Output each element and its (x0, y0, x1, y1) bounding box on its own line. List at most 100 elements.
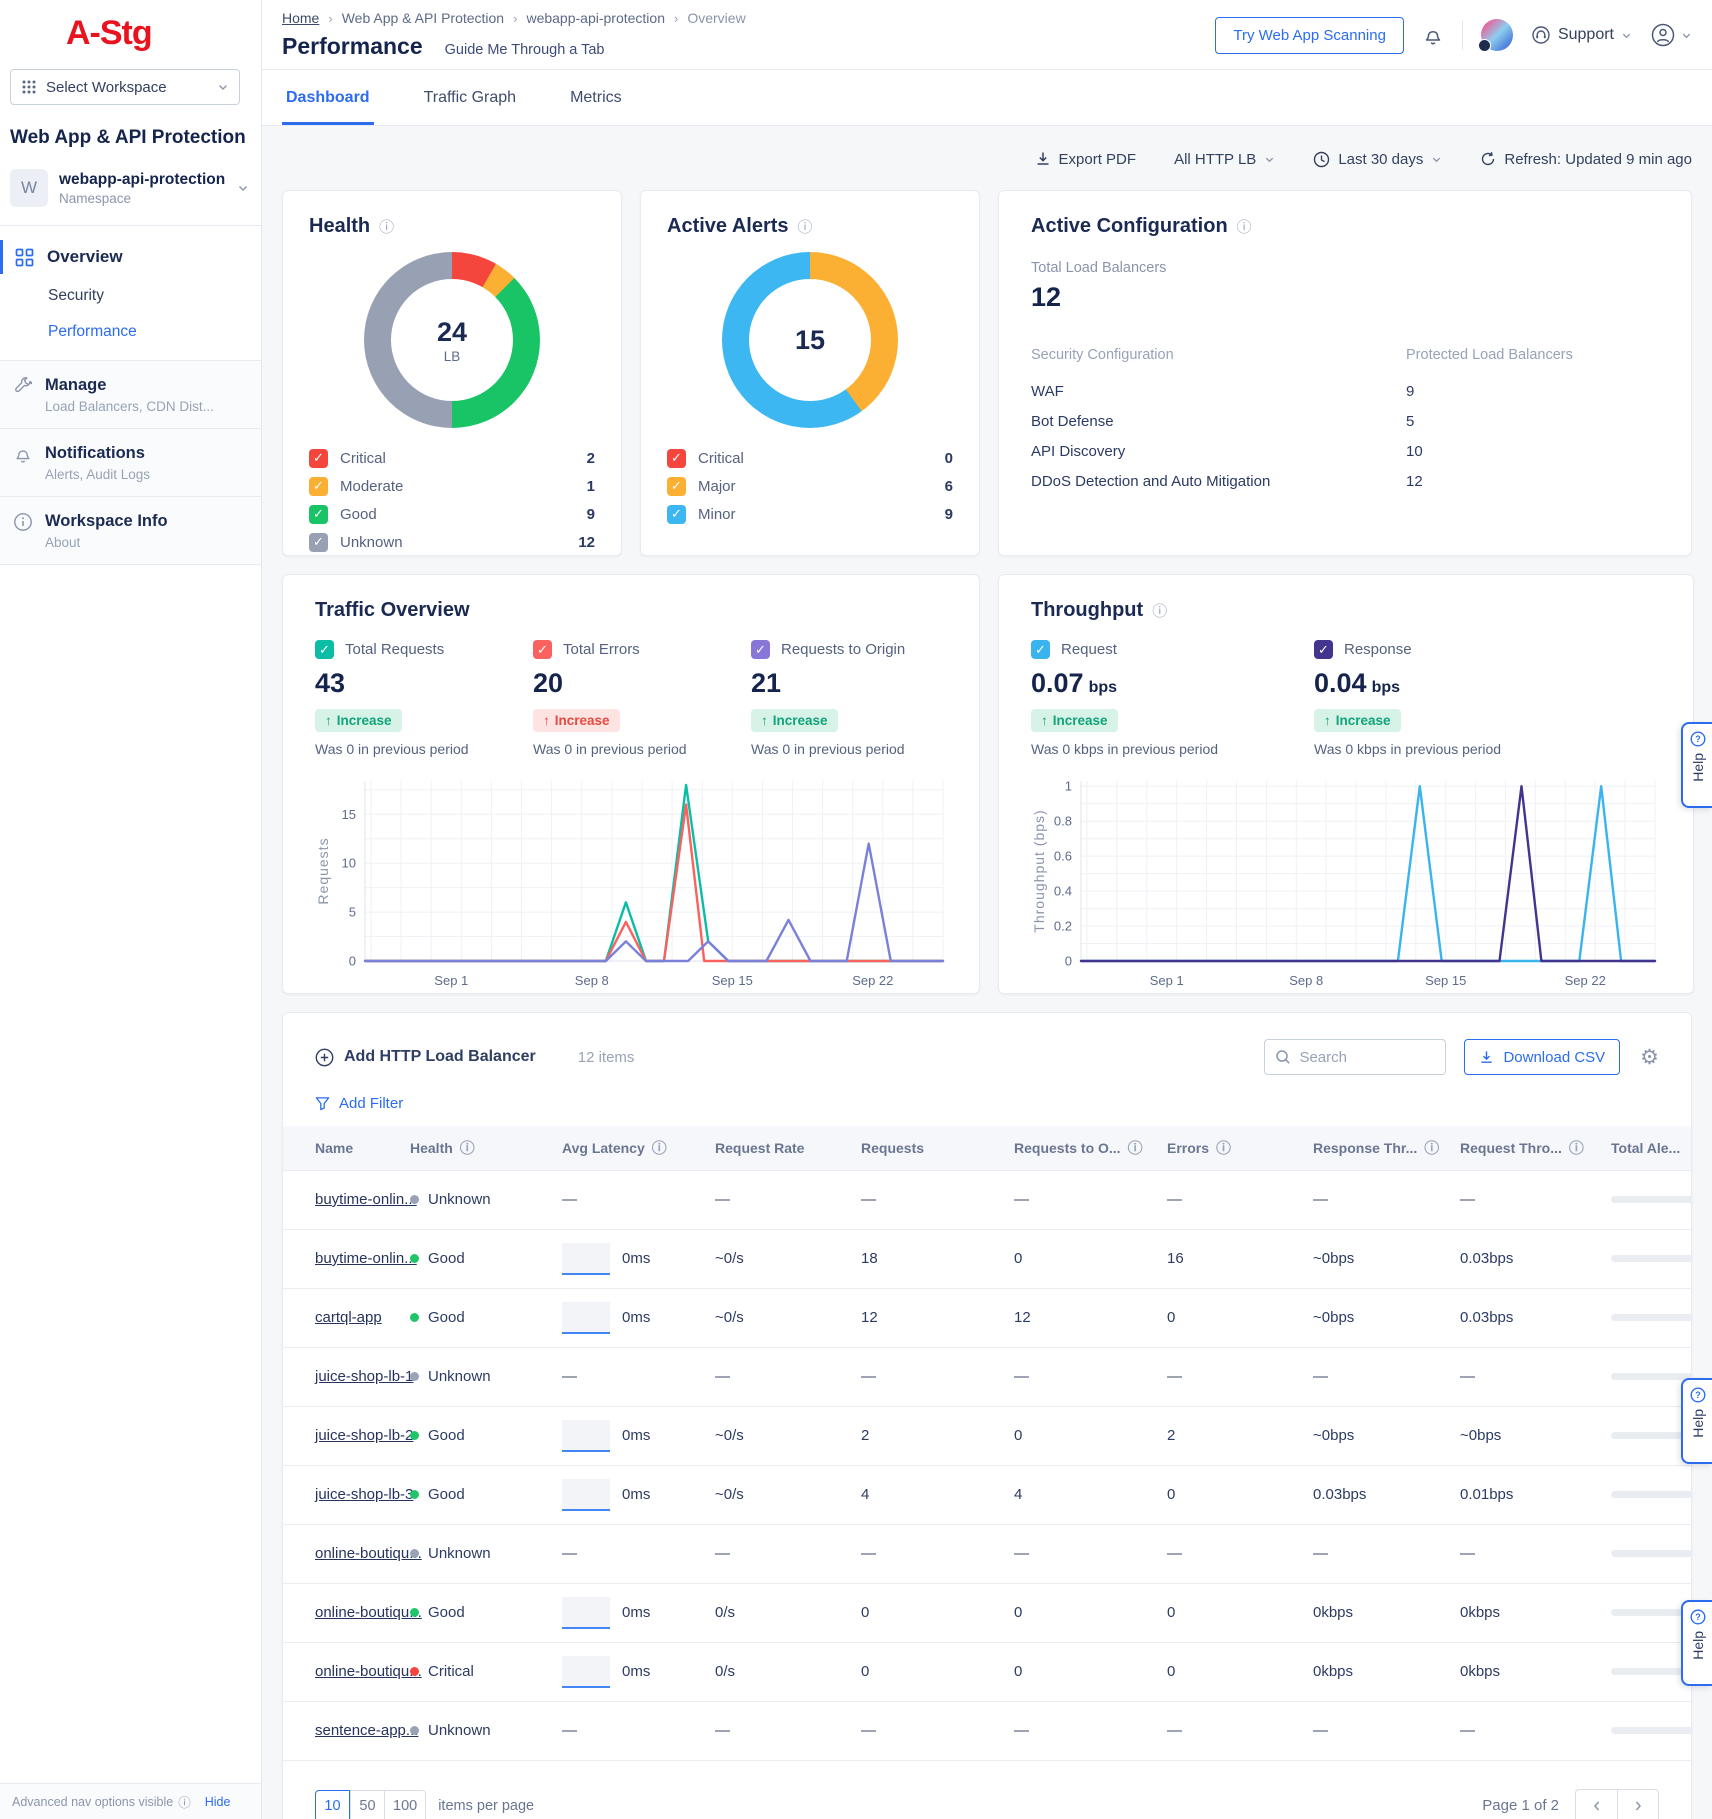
health-status-label: Good (428, 1427, 465, 1444)
breadcrumb-item[interactable]: webapp-api-protection (526, 10, 665, 26)
lb-name-link[interactable]: online-boutiqu... (315, 1545, 422, 1562)
info-icon[interactable]: ⓘ (460, 1137, 475, 1158)
latency-sparkline[interactable] (562, 1302, 610, 1334)
column-header-health[interactable]: Healthⓘ (410, 1126, 562, 1170)
download-csv-button[interactable]: Download CSV (1464, 1039, 1620, 1075)
help-tab[interactable]: ? Help (1681, 1600, 1712, 1686)
sidebar-item-security[interactable]: Security (0, 278, 261, 314)
column-header-total-ale-[interactable]: Total Ale... (1611, 1126, 1691, 1170)
info-icon[interactable]: ⓘ (1237, 216, 1252, 237)
throughput-line-chart[interactable]: 00.20.40.60.81Sep 1Sep 8Sep 15Sep 22Thro… (1031, 771, 1661, 997)
namespace-selector[interactable]: W webapp-api-protection Namespace (0, 149, 261, 225)
lb-name-link[interactable]: online-boutiqu... (315, 1604, 422, 1621)
checkbox-critical[interactable]: ✓ (309, 449, 328, 468)
bell-icon[interactable] (1422, 24, 1444, 46)
tab-metrics[interactable]: Metrics (566, 70, 626, 125)
hide-link[interactable]: Hide (205, 1795, 231, 1809)
gear-icon[interactable]: ⚙ (1640, 1045, 1659, 1070)
legend-label: Good (340, 506, 587, 523)
column-header-requests[interactable]: Requests (861, 1126, 1014, 1170)
add-filter-button[interactable]: Add Filter (283, 1075, 435, 1126)
info-icon[interactable]: ⓘ (652, 1137, 667, 1158)
column-header-request-rate[interactable]: Request Rate (715, 1126, 861, 1170)
help-tab[interactable]: ? Help (1681, 1378, 1712, 1464)
export-pdf-button[interactable]: Export PDF (1035, 151, 1137, 168)
checkbox-total-requests[interactable]: ✓ (315, 640, 334, 659)
prev-page-button[interactable] (1575, 1789, 1617, 1819)
sidebar-item-performance[interactable]: Performance (0, 314, 261, 350)
checkbox-moderate[interactable]: ✓ (309, 477, 328, 496)
info-icon[interactable]: ⓘ (1128, 1137, 1143, 1158)
try-web-app-scanning-button[interactable]: Try Web App Scanning (1215, 17, 1404, 54)
latency-sparkline[interactable] (562, 1243, 610, 1275)
checkbox-minor[interactable]: ✓ (667, 505, 686, 524)
cell-total-alerts (1611, 1465, 1691, 1524)
info-icon[interactable]: ⓘ (798, 216, 813, 237)
account-menu[interactable] (1650, 22, 1692, 48)
lb-name-link[interactable]: juice-shop-lb-1 (315, 1368, 413, 1385)
page-info: Page 1 of 2 (1482, 1797, 1559, 1814)
column-header-response-thr-[interactable]: Response Thr...ⓘ (1313, 1126, 1460, 1170)
avatar[interactable] (1481, 19, 1513, 51)
page-size-100[interactable]: 100 (385, 1790, 426, 1819)
health-donut-chart[interactable]: 24 LB (364, 252, 540, 428)
checkbox-critical[interactable]: ✓ (667, 449, 686, 468)
latency-sparkline[interactable] (562, 1420, 610, 1452)
breadcrumb-item[interactable]: Overview (687, 10, 745, 26)
info-icon[interactable]: ⓘ (1424, 1137, 1439, 1158)
page-size-50[interactable]: 50 (350, 1790, 385, 1819)
latency-sparkline[interactable] (562, 1597, 610, 1629)
column-header-errors[interactable]: Errorsⓘ (1167, 1126, 1313, 1170)
refresh-button[interactable]: Refresh: Updated 9 min ago (1480, 151, 1692, 168)
time-range-dropdown[interactable]: Last 30 days (1313, 151, 1442, 168)
checkbox-response[interactable]: ✓ (1314, 640, 1333, 659)
traffic-line-chart[interactable]: 051015Sep 1Sep 8Sep 15Sep 22Requests (315, 771, 949, 997)
lb-name-link[interactable]: sentence-app... (315, 1722, 418, 1739)
lb-name-link[interactable]: online-boutiqu... (315, 1663, 422, 1680)
lb-name-link[interactable]: juice-shop-lb-3 (315, 1486, 413, 1503)
lb-name-link[interactable]: cartql-app (315, 1309, 382, 1326)
latency-sparkline[interactable] (562, 1479, 610, 1511)
lb-name-link[interactable]: buytime-onlin... (315, 1250, 417, 1267)
checkbox-total-errors[interactable]: ✓ (533, 640, 552, 659)
sidebar-item-notifications[interactable]: NotificationsAlerts, Audit Logs (0, 429, 261, 497)
sidebar-item-workspace-info[interactable]: Workspace InfoAbout (0, 497, 261, 565)
column-header-avg-latency[interactable]: Avg Latencyⓘ (562, 1126, 715, 1170)
next-page-button[interactable] (1617, 1789, 1659, 1819)
health-status-dot (410, 1667, 419, 1676)
info-icon[interactable]: ⓘ (379, 216, 394, 237)
column-header-request-thro-[interactable]: Request Thro...ⓘ (1460, 1126, 1611, 1170)
breadcrumb-item[interactable]: Home (282, 10, 319, 26)
breadcrumb-item[interactable]: Web App & API Protection (342, 10, 504, 26)
workspace-select[interactable]: Select Workspace (10, 69, 240, 105)
tab-dashboard[interactable]: Dashboard (282, 70, 374, 125)
info-icon[interactable]: ⓘ (1152, 600, 1167, 621)
sidebar-item-manage[interactable]: ManageLoad Balancers, CDN Dist... (0, 361, 261, 429)
lb-name-link[interactable]: juice-shop-lb-2 (315, 1427, 413, 1444)
sidebar-item-overview[interactable]: Overview (0, 236, 261, 278)
column-header-name[interactable]: Name (283, 1126, 410, 1170)
latency-sparkline[interactable] (562, 1656, 610, 1688)
checkbox-major[interactable]: ✓ (667, 477, 686, 496)
guide-me-link[interactable]: Guide Me Through a Tab (445, 42, 605, 58)
page-size-10[interactable]: 10 (315, 1790, 350, 1819)
checkbox-unknown[interactable]: ✓ (309, 533, 328, 552)
chevron-down-icon (1264, 154, 1275, 165)
checkbox-good[interactable]: ✓ (309, 505, 328, 524)
lb-name-link[interactable]: buytime-onlin... (315, 1191, 417, 1208)
column-header-requests-to-o-[interactable]: Requests to O...ⓘ (1014, 1126, 1167, 1170)
tab-traffic-graph[interactable]: Traffic Graph (420, 70, 520, 125)
checkbox-requests-to-origin[interactable]: ✓ (751, 640, 770, 659)
support-menu[interactable]: Support (1531, 25, 1632, 45)
cell-requests: 2 (861, 1406, 1014, 1465)
alerts-donut-chart[interactable]: 15 (722, 252, 898, 428)
cell-requests: — (861, 1701, 1014, 1760)
checkbox-request[interactable]: ✓ (1031, 640, 1050, 659)
help-tab[interactable]: ? Help (1681, 722, 1712, 808)
lb-filter-dropdown[interactable]: All HTTP LB (1174, 151, 1275, 168)
info-icon[interactable]: ⓘ (1569, 1137, 1584, 1158)
add-http-lb-button[interactable]: Add HTTP Load Balancer (315, 1048, 536, 1067)
search-input[interactable] (1299, 1049, 1435, 1066)
legend-value: 1 (587, 478, 595, 495)
info-icon[interactable]: ⓘ (1216, 1137, 1231, 1158)
